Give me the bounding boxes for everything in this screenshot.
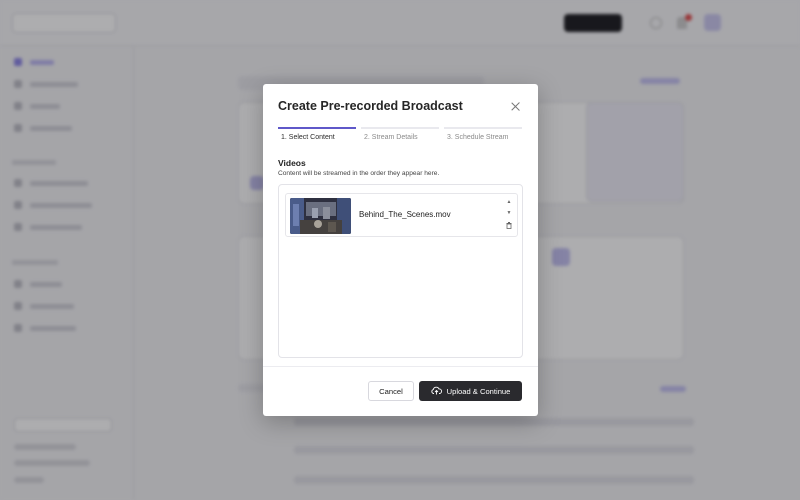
step-progress-bar [278,127,356,129]
stepper: 1. Select Content 2. Stream Details 3. S… [278,127,523,145]
cloud-upload-icon [431,386,442,397]
video-list-item[interactable]: Behind_The_Scenes.mov ▲ ▼ [285,193,518,237]
create-broadcast-dialog: Create Pre-recorded Broadcast 1. Select … [263,84,538,416]
close-icon[interactable] [509,100,523,114]
upload-continue-label: Upload & Continue [446,386,511,396]
step-label: 1. Select Content [281,134,335,141]
cancel-button[interactable]: Cancel [368,381,414,401]
step-schedule-stream: 3. Schedule Stream [444,127,522,145]
video-list: Behind_The_Scenes.mov ▲ ▼ [278,184,523,358]
videos-heading: Videos [278,158,306,168]
video-file-name: Behind_The_Scenes.mov [359,210,451,219]
step-progress-bar [444,127,522,129]
step-select-content: 1. Select Content [278,127,356,145]
step-label: 2. Stream Details [364,134,418,141]
video-thumbnail [290,198,351,234]
upload-continue-button[interactable]: Upload & Continue [419,381,522,401]
footer-divider [263,366,538,367]
step-progress-bar [361,127,439,129]
move-up-icon[interactable]: ▲ [505,199,513,206]
step-label: 3. Schedule Stream [447,134,509,141]
trash-icon[interactable] [505,222,513,232]
dialog-title: Create Pre-recorded Broadcast [278,99,463,113]
step-stream-details: 2. Stream Details [361,127,439,145]
videos-subtitle: Content will be streamed in the order th… [278,170,440,177]
move-down-icon[interactable]: ▼ [505,210,513,217]
